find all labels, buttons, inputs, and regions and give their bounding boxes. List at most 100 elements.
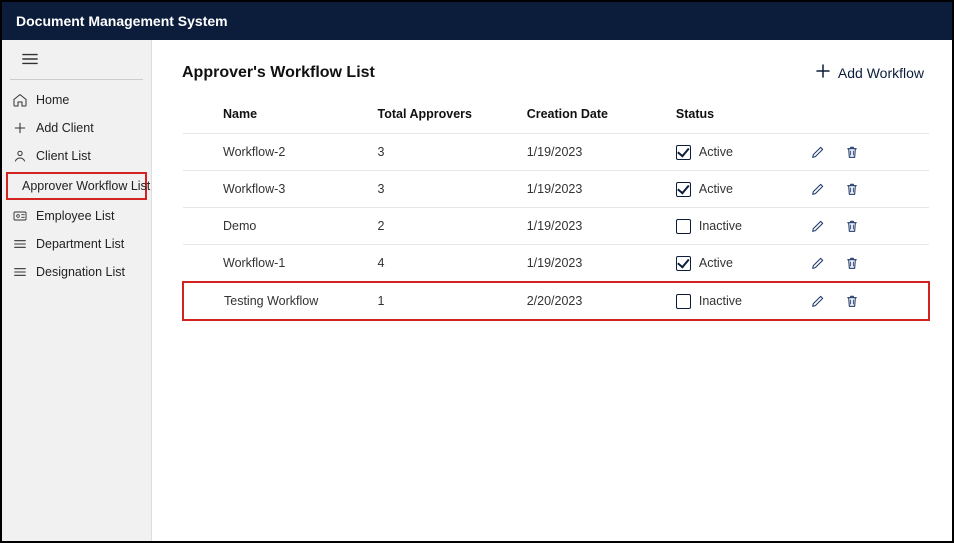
cell-name: Testing Workflow <box>183 282 370 320</box>
edit-icon <box>810 298 826 312</box>
cell-total: 3 <box>370 171 519 208</box>
sidebar-item-label: Home <box>36 93 69 107</box>
list-icon <box>12 236 28 252</box>
sidebar-item-designation[interactable]: Designation List <box>2 258 151 286</box>
list-icon <box>12 264 28 280</box>
table-row: Demo21/19/2023 Inactive <box>183 208 929 245</box>
edit-button[interactable] <box>810 255 826 271</box>
main-header: Approver's Workflow List Add Workflow <box>182 58 930 87</box>
cell-date: 1/19/2023 <box>519 208 668 245</box>
sidebar-toggle[interactable] <box>10 46 143 80</box>
app-frame: Document Management System Home Add Clien… <box>0 0 954 543</box>
sidebar-item-home[interactable]: Home <box>2 86 151 114</box>
cell-name: Workflow-1 <box>183 245 370 283</box>
edit-icon <box>810 260 826 274</box>
app-body: Home Add Client Client List Approver Workfl… <box>2 40 952 541</box>
cell-actions <box>802 245 929 283</box>
cell-actions <box>802 134 929 171</box>
delete-button[interactable] <box>844 181 860 197</box>
edit-button[interactable] <box>810 181 826 197</box>
cell-actions <box>802 171 929 208</box>
status-label: Active <box>699 145 733 159</box>
status-checkbox[interactable] <box>676 145 691 160</box>
col-header-total: Total Approvers <box>370 97 519 134</box>
home-icon <box>12 92 28 108</box>
trash-icon <box>844 223 860 237</box>
col-header-date: Creation Date <box>519 97 668 134</box>
trash-icon <box>844 260 860 274</box>
cell-status: Active <box>668 245 802 283</box>
cell-total: 1 <box>370 282 519 320</box>
sidebar-item-department[interactable]: Department List <box>2 230 151 258</box>
status-label: Inactive <box>699 219 742 233</box>
person-icon <box>12 148 28 164</box>
add-workflow-button[interactable]: Add Workflow <box>808 58 930 87</box>
delete-button[interactable] <box>844 255 860 271</box>
col-header-name: Name <box>183 97 370 134</box>
topbar: Document Management System <box>2 2 952 40</box>
cell-actions <box>802 282 929 320</box>
delete-button[interactable] <box>844 144 860 160</box>
sidebar-item-label: Add Client <box>36 121 94 135</box>
edit-button[interactable] <box>810 293 826 309</box>
sidebar-item-label: Client List <box>36 149 91 163</box>
sidebar-item-add-client[interactable]: Add Client <box>2 114 151 142</box>
status-checkbox[interactable] <box>676 256 691 271</box>
edit-icon <box>810 186 826 200</box>
plus-icon <box>12 120 28 136</box>
table-row: Workflow-231/19/2023 Active <box>183 134 929 171</box>
cell-total: 4 <box>370 245 519 283</box>
table-row: Workflow-331/19/2023 Active <box>183 171 929 208</box>
workflow-table: Name Total Approvers Creation Date Statu… <box>182 97 930 321</box>
cell-name: Workflow-3 <box>183 171 370 208</box>
sidebar-item-client[interactable]: Client List <box>2 142 151 170</box>
cell-date: 2/20/2023 <box>519 282 668 320</box>
status-checkbox[interactable] <box>676 294 691 309</box>
sidebar-item-label: Employee List <box>36 209 115 223</box>
status-label: Active <box>699 256 733 270</box>
cell-total: 2 <box>370 208 519 245</box>
sidebar-item-label: Approver Workflow List <box>22 179 150 193</box>
app-title: Document Management System <box>16 13 228 29</box>
cell-total: 3 <box>370 134 519 171</box>
trash-icon <box>844 186 860 200</box>
page-title: Approver's Workflow List <box>182 64 375 82</box>
main-content: Approver's Workflow List Add Workflow Na… <box>152 40 952 541</box>
cell-status: Inactive <box>668 208 802 245</box>
hamburger-icon <box>22 52 38 69</box>
sidebar-item-approver[interactable]: Approver Workflow List <box>6 172 147 200</box>
status-label: Inactive <box>699 294 742 308</box>
edit-button[interactable] <box>810 218 826 234</box>
col-header-actions <box>802 97 929 134</box>
table-row: Workflow-141/19/2023 Active <box>183 245 929 283</box>
sidebar-item-employee[interactable]: Employee List <box>2 202 151 230</box>
col-header-status: Status <box>668 97 802 134</box>
cell-status: Active <box>668 171 802 208</box>
cell-name: Workflow-2 <box>183 134 370 171</box>
cell-status: Inactive <box>668 282 802 320</box>
trash-icon <box>844 149 860 163</box>
delete-button[interactable] <box>844 218 860 234</box>
sidebar-item-label: Designation List <box>36 265 125 279</box>
cell-date: 1/19/2023 <box>519 134 668 171</box>
cell-actions <box>802 208 929 245</box>
table-header-row: Name Total Approvers Creation Date Statu… <box>183 97 929 134</box>
cell-status: Active <box>668 134 802 171</box>
trash-icon <box>844 298 860 312</box>
edit-icon <box>810 149 826 163</box>
delete-button[interactable] <box>844 293 860 309</box>
plus-icon <box>814 62 832 83</box>
edit-icon <box>810 223 826 237</box>
status-checkbox[interactable] <box>676 182 691 197</box>
status-label: Active <box>699 182 733 196</box>
add-workflow-label: Add Workflow <box>838 65 924 81</box>
table-row: Testing Workflow12/20/2023 Inactive <box>183 282 929 320</box>
edit-button[interactable] <box>810 144 826 160</box>
cell-name: Demo <box>183 208 370 245</box>
status-checkbox[interactable] <box>676 219 691 234</box>
sidebar: Home Add Client Client List Approver Workfl… <box>2 40 152 541</box>
cell-date: 1/19/2023 <box>519 171 668 208</box>
id-card-icon <box>12 208 28 224</box>
sidebar-item-label: Department List <box>36 237 124 251</box>
cell-date: 1/19/2023 <box>519 245 668 283</box>
